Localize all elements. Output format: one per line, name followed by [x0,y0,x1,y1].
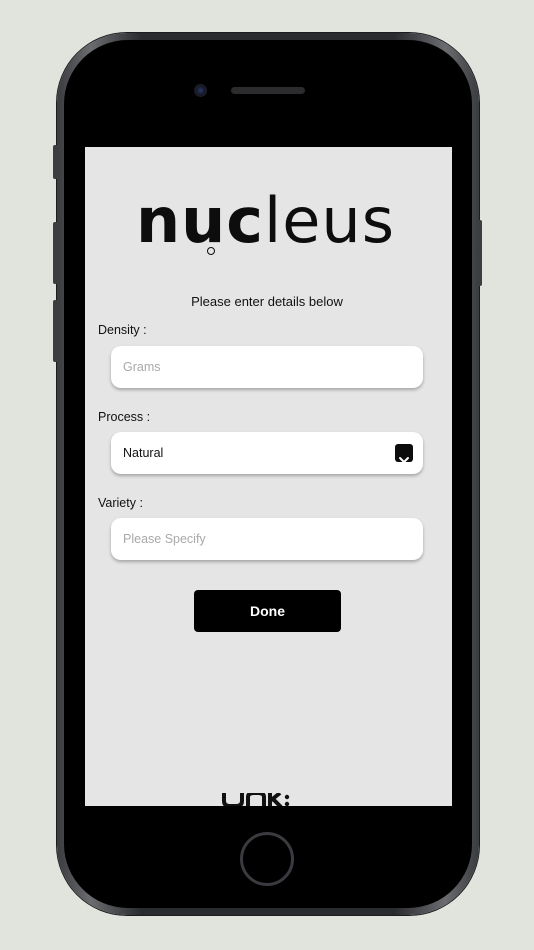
process-selected-value: Natural [123,446,164,460]
logo-text-light: leus [264,184,395,257]
home-button[interactable] [240,832,294,886]
mute-switch [53,145,58,179]
chevron-down-icon[interactable] [395,444,413,463]
density-label: Density : [98,323,147,337]
volume-down-button [53,300,58,362]
app-logo: nucleus [136,190,395,252]
logo-text-bold: nuc [136,184,265,257]
process-select[interactable]: Natural [111,432,423,474]
power-button [477,220,482,286]
variety-label: Variety : [98,496,143,510]
speaker-grille [231,87,305,94]
done-button[interactable]: Done [194,590,341,632]
form-subtitle: Please enter details below [191,294,343,309]
logo-dot-icon [207,247,215,255]
volume-up-button [53,222,58,284]
density-input[interactable]: Grams [111,346,423,388]
variety-input[interactable]: Please Specify [111,518,423,560]
variety-placeholder: Please Specify [123,532,206,546]
camera-icon [194,84,207,97]
process-label: Process : [98,410,151,424]
brand-mark-icon [222,793,290,806]
density-placeholder: Grams [123,360,161,374]
